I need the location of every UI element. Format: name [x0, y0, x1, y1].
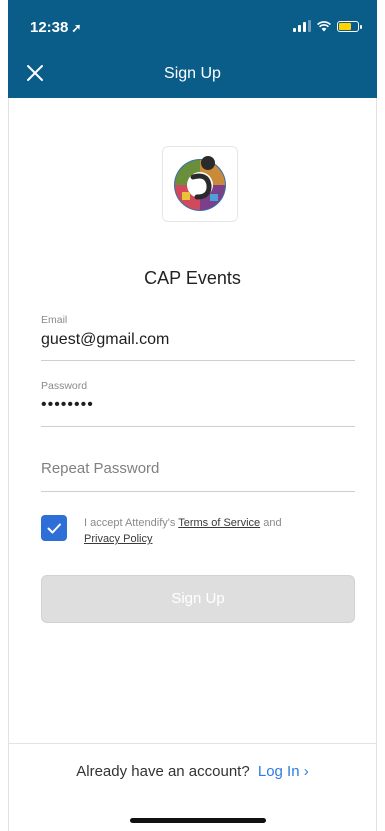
status-bar: 12:38 ➚ [8, 14, 377, 36]
sign-up-button[interactable]: Sign Up [41, 575, 355, 623]
repeat-password-field[interactable] [41, 460, 355, 492]
privacy-policy-link[interactable]: Privacy Policy [84, 533, 152, 545]
screen-border-right [376, 0, 385, 831]
status-time: 12:38 ➚ [30, 19, 81, 36]
password-label: Password [41, 380, 88, 392]
email-value[interactable]: guest@gmail.com [41, 331, 355, 349]
home-indicator[interactable] [130, 818, 266, 823]
app-logo [162, 146, 238, 222]
terms-middle: and [260, 517, 282, 529]
terms-prefix: I accept Attendify's [84, 517, 179, 529]
terms-of-service-link[interactable]: Terms of Service [178, 517, 260, 529]
terms-checkbox[interactable] [41, 515, 67, 541]
battery-icon [337, 20, 362, 32]
status-icons [293, 20, 362, 32]
log-in-link[interactable]: Log In › [258, 763, 309, 780]
status-time-text: 12:38 [30, 19, 69, 36]
footer-divider [8, 743, 377, 744]
repeat-password-input[interactable] [41, 460, 355, 477]
terms-text: I accept Attendify's Terms of Service an… [84, 515, 334, 547]
logo-graphic [174, 156, 226, 211]
footer: Already have an account? Log In › [0, 763, 385, 780]
chevron-right-icon: › [303, 763, 309, 780]
email-label: Email [41, 314, 68, 326]
wifi-icon [317, 20, 331, 31]
screen-border-left [0, 0, 9, 831]
password-value[interactable]: •••••••• [41, 396, 355, 414]
header-bar: 12:38 ➚ Sign Up [8, 0, 377, 98]
app-name: CAP Events [144, 268, 241, 288]
nav-bar: Sign Up [8, 54, 377, 94]
login-prompt: Already have an account? [76, 763, 250, 780]
page-title: Sign Up [164, 65, 221, 82]
password-field[interactable]: Password •••••••• [41, 380, 355, 427]
checkmark-icon [47, 523, 61, 534]
location-arrow-icon: ➚ [71, 21, 82, 35]
signal-icon [293, 20, 311, 32]
email-field[interactable]: Email guest@gmail.com [41, 314, 355, 361]
log-in-label[interactable]: Log In [258, 763, 300, 780]
